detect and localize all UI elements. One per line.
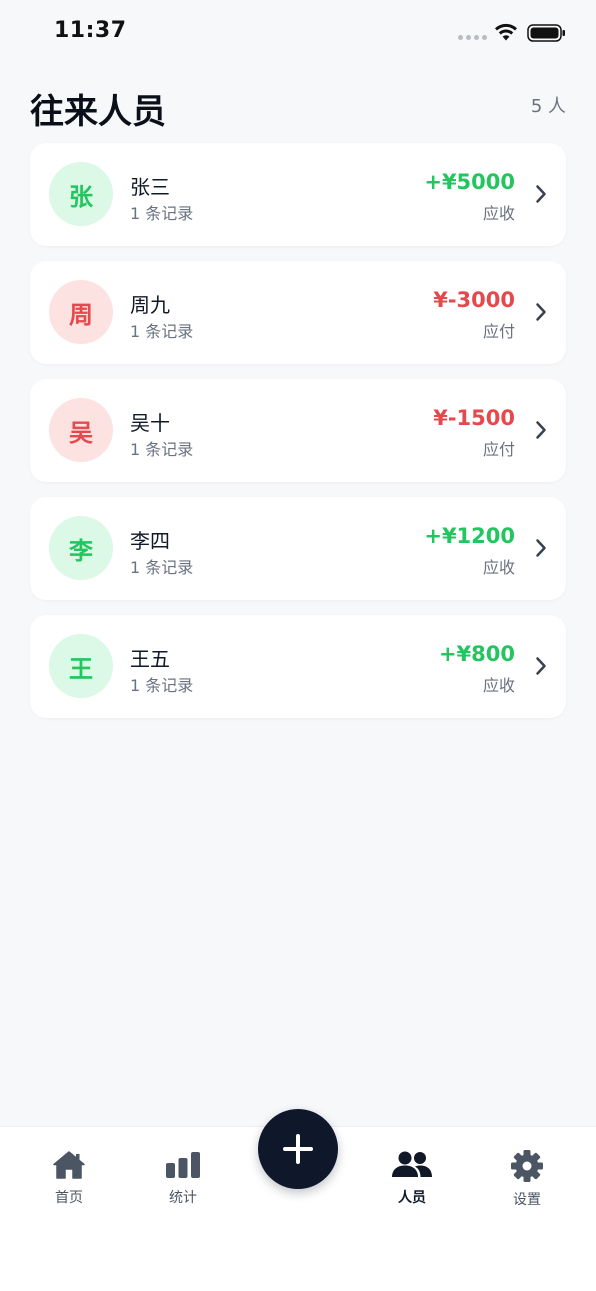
status-bar: 11:37 — [0, 0, 596, 64]
people-list: 张 张三 1 条记录 +¥5000 应收 周 周九 1 条记录 ¥-3000 应… — [30, 143, 566, 733]
nav-home-label: 首页 — [55, 1190, 83, 1206]
person-card[interactable]: 李 李四 1 条记录 +¥1200 应收 — [30, 497, 566, 600]
nav-people[interactable]: 人员 — [372, 1149, 452, 1209]
nav-people-label: 人员 — [398, 1190, 426, 1206]
avatar: 张 — [49, 162, 113, 226]
bottom-nav: 首页 统计 人员 设置 — [0, 1109, 596, 1291]
avatar: 吴 — [49, 398, 113, 462]
avatar: 周 — [49, 280, 113, 344]
amount-type: 应付 — [482, 322, 515, 341]
battery-icon — [527, 24, 565, 42]
plus-icon — [283, 1134, 313, 1164]
record-count: 1 条记录 — [130, 676, 194, 695]
record-count: 1 条记录 — [130, 440, 194, 459]
chevron-right-icon — [536, 185, 546, 203]
person-name: 周九 — [130, 293, 170, 317]
person-name: 吴十 — [130, 411, 170, 435]
person-name: 王五 — [130, 647, 170, 671]
person-card[interactable]: 吴 吴十 1 条记录 ¥-1500 应付 — [30, 379, 566, 482]
amount-type: 应付 — [482, 440, 515, 459]
person-count: 5 人 — [530, 96, 566, 117]
chevron-right-icon — [536, 303, 546, 321]
amount-type: 应收 — [482, 558, 515, 577]
record-count: 1 条记录 — [130, 558, 194, 577]
nav-stats-label: 统计 — [169, 1190, 197, 1206]
person-name: 张三 — [130, 175, 170, 199]
avatar: 王 — [49, 634, 113, 698]
nav-home[interactable]: 首页 — [29, 1149, 109, 1209]
person-card[interactable]: 周 周九 1 条记录 ¥-3000 应付 — [30, 261, 566, 364]
page-title: 往来人员 — [30, 92, 166, 132]
amount: +¥1200 — [424, 524, 515, 548]
people-icon — [392, 1151, 432, 1177]
person-card[interactable]: 王 王五 1 条记录 +¥800 应收 — [30, 615, 566, 718]
amount: ¥-1500 — [433, 406, 515, 430]
bar-chart-icon — [166, 1152, 200, 1178]
gear-icon — [511, 1150, 543, 1182]
signal-icon — [458, 35, 487, 40]
amount: +¥800 — [438, 642, 515, 666]
chevron-right-icon — [536, 421, 546, 439]
add-button[interactable] — [258, 1109, 338, 1189]
person-card[interactable]: 张 张三 1 条记录 +¥5000 应收 — [30, 143, 566, 246]
wifi-icon — [495, 23, 517, 41]
nav-settings[interactable]: 设置 — [487, 1149, 567, 1209]
house-icon — [53, 1151, 85, 1179]
chevron-right-icon — [536, 539, 546, 557]
amount: ¥-3000 — [433, 288, 515, 312]
amount-type: 应收 — [482, 204, 515, 223]
amount: +¥5000 — [424, 170, 515, 194]
nav-settings-label: 设置 — [513, 1192, 541, 1208]
record-count: 1 条记录 — [130, 204, 194, 223]
person-name: 李四 — [130, 529, 170, 553]
page-header: 往来人员 5 人 — [30, 80, 566, 132]
amount-type: 应收 — [482, 676, 515, 695]
nav-stats[interactable]: 统计 — [143, 1149, 223, 1209]
avatar: 李 — [49, 516, 113, 580]
record-count: 1 条记录 — [130, 322, 194, 341]
status-time: 11:37 — [54, 18, 127, 43]
chevron-right-icon — [536, 657, 546, 675]
